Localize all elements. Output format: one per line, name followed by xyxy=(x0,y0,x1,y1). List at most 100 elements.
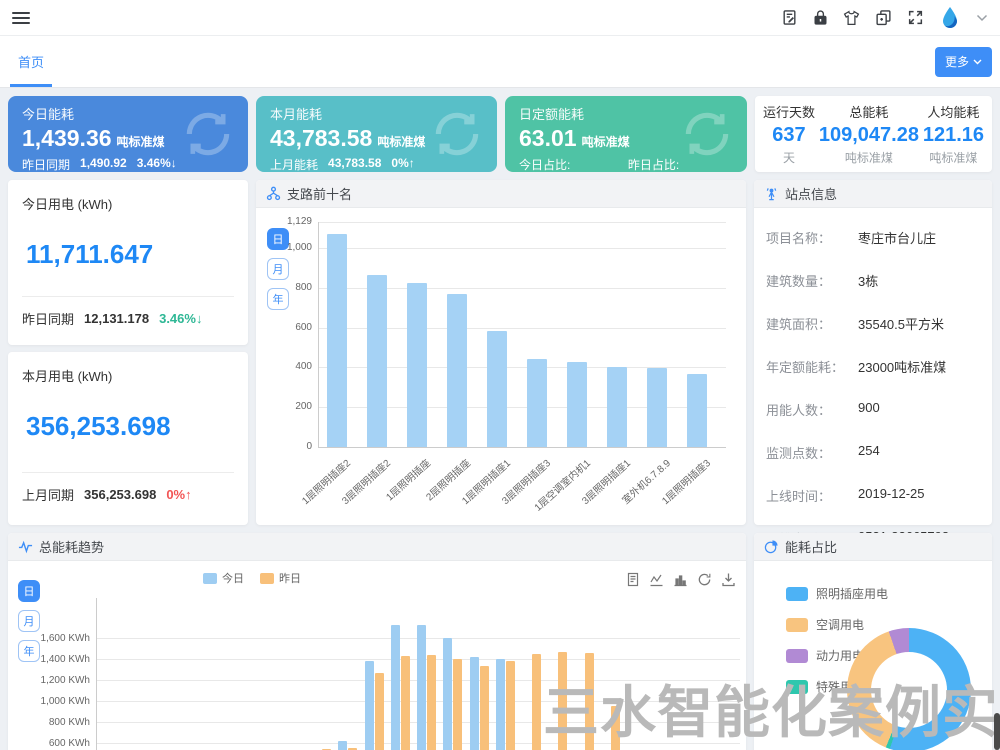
branch-bar[interactable] xyxy=(647,368,667,447)
trend-bar-昨日[interactable] xyxy=(506,661,515,750)
card-pct: 0%↑ xyxy=(391,156,414,172)
tab-home[interactable]: 首页 xyxy=(8,36,54,87)
site-row-value: 3栋 xyxy=(858,271,878,290)
hamburger-menu-icon[interactable] xyxy=(12,12,30,24)
trend-bar-昨日[interactable] xyxy=(375,673,384,750)
trend-bar-今日[interactable] xyxy=(338,741,347,750)
branch-bar[interactable] xyxy=(527,359,547,447)
y-axis-tick-label: 1,200 KWh xyxy=(20,675,90,686)
card-value: 63.01 xyxy=(519,125,577,151)
site-row-label: 建筑面积： xyxy=(766,314,858,333)
card-value: 1,439.36 xyxy=(22,125,112,151)
panel-title: 总能耗趋势 xyxy=(39,537,104,556)
card-pct: 3.46%↓ xyxy=(137,156,177,172)
more-chevron-icon xyxy=(973,59,982,65)
trend-bar-今日[interactable] xyxy=(391,625,400,750)
card-unit: 吨标准煤 xyxy=(582,135,630,149)
branch-bar[interactable] xyxy=(447,294,467,447)
branch-bar[interactable] xyxy=(607,367,627,447)
y-axis-tick-label: 800 KWh xyxy=(20,717,90,728)
lock-icon[interactable] xyxy=(813,9,828,26)
site-info-panel: 站点信息 项目名称：枣庄市台儿庄建筑数量：3栋建筑面积：35540.5平方米年定… xyxy=(754,180,992,525)
fullscreen-icon[interactable] xyxy=(907,9,924,26)
branch-top10-panel: 支路前十名 日月年 02004006008001,0001,1291层照明插座2… xyxy=(256,180,746,525)
site-row-label: 项目名称： xyxy=(766,228,858,247)
top-bar xyxy=(0,0,1000,36)
site-row-label: 上线时间： xyxy=(766,486,858,505)
today-power-value: 11,711.647 xyxy=(26,239,234,270)
card-quota-energy: 日定额能耗 63.01吨标准煤 今日占比: 2,284.2% 昨日占比: 2,3… xyxy=(505,96,747,172)
trend-bar-昨日[interactable] xyxy=(480,666,489,750)
trend-bar-昨日[interactable] xyxy=(401,656,410,750)
legend-item-空调用电[interactable]: 空调用电 xyxy=(786,616,888,633)
panel-title: 能耗占比 xyxy=(785,537,837,556)
trend-bar-今日[interactable] xyxy=(470,657,479,750)
kpi-row: 今日能耗 1,439.36吨标准煤 昨日同期1,490.923.46%↓ 本月能… xyxy=(8,96,992,172)
copy-icon[interactable] xyxy=(875,9,892,26)
y-axis-tick-label: 1,600 KWh xyxy=(20,633,90,644)
more-button[interactable]: 更多 xyxy=(935,47,992,77)
trend-bar-昨日[interactable] xyxy=(427,655,436,750)
branch-bar[interactable] xyxy=(687,374,707,447)
trend-bar-今日[interactable] xyxy=(417,625,426,750)
y-axis-tick-label: 200 xyxy=(256,401,312,412)
gridline xyxy=(318,222,726,223)
vertical-scrollbar-thumb[interactable] xyxy=(994,713,1000,750)
y-axis-tick-label: 1,129 xyxy=(256,216,312,227)
site-info-row: 建筑数量：3栋 xyxy=(766,259,980,302)
log-note-icon[interactable] xyxy=(781,9,798,26)
today-power-panel: 今日用电 (kWh) 11,711.647 昨日同期 12,131.178 3.… xyxy=(8,180,248,345)
panel-header: 站点信息 xyxy=(754,180,992,208)
pct-badge: 0%↑ xyxy=(166,487,191,502)
middle-row: 今日用电 (kWh) 11,711.647 昨日同期 12,131.178 3.… xyxy=(8,180,992,525)
trend-bar-昨日[interactable] xyxy=(453,659,462,750)
legend-swatch xyxy=(786,618,808,632)
panel-header: 能耗占比 xyxy=(754,533,992,561)
trend-bar-昨日[interactable] xyxy=(532,654,541,750)
tab-active-underline xyxy=(10,84,52,87)
site-row-value: 23000吨标准煤 xyxy=(858,357,946,376)
branch-bar[interactable] xyxy=(567,362,587,447)
site-info-row: 用能人数：900 xyxy=(766,388,980,431)
legend-swatch xyxy=(786,649,808,663)
legend-item-照明插座用电[interactable]: 照明插座用电 xyxy=(786,585,888,602)
panel-title: 本月用电 (kWh) xyxy=(22,366,234,385)
main-content: 今日能耗 1,439.36吨标准煤 昨日同期1,490.923.46%↓ 本月能… xyxy=(0,88,1000,750)
site-row-label: 用能人数： xyxy=(766,400,858,419)
branch-bar[interactable] xyxy=(367,275,387,447)
panel-title: 站点信息 xyxy=(785,184,837,203)
site-row-value: 枣庄市台儿庄 xyxy=(858,228,936,247)
month-power-value: 356,253.698 xyxy=(26,411,234,442)
trend-bar-今日[interactable] xyxy=(443,638,452,750)
tab-home-label: 首页 xyxy=(18,52,44,71)
theme-shirt-icon[interactable] xyxy=(843,10,860,26)
card-today-energy: 今日能耗 1,439.36吨标准煤 昨日同期1,490.923.46%↓ xyxy=(8,96,248,172)
site-row-value: 254 xyxy=(858,443,880,462)
branch-bar[interactable] xyxy=(487,331,507,447)
stats-panel: 运行天数 637 天 总能耗 109,047.28 吨标准煤 人均能耗 121.… xyxy=(755,96,992,172)
pie-chart-icon xyxy=(764,539,779,554)
stat-per-capita: 人均能耗 121.16 吨标准煤 xyxy=(923,102,984,166)
user-menu-chevron-icon[interactable] xyxy=(976,14,988,22)
trend-bar-今日[interactable] xyxy=(365,661,374,750)
antenna-icon xyxy=(764,186,779,201)
site-info-row: 建筑面积：35540.5平方米 xyxy=(766,302,980,345)
gridline xyxy=(318,248,726,249)
site-row-label: 监测点数： xyxy=(766,443,858,462)
branch-bar[interactable] xyxy=(327,234,347,447)
y-axis-tick-label: 1,000 xyxy=(256,242,312,253)
hierarchy-icon xyxy=(266,186,281,201)
y-axis-tick-label: 600 KWh xyxy=(20,738,90,749)
site-info-row: 年定额能耗：23000吨标准煤 xyxy=(766,345,980,388)
water-drop-logo[interactable] xyxy=(939,6,961,30)
legend-swatch xyxy=(786,587,808,601)
site-row-value: 900 xyxy=(858,400,880,419)
trend-bar-今日[interactable] xyxy=(496,659,505,750)
site-info-rows: 项目名称：枣庄市台儿庄建筑数量：3栋建筑面积：35540.5平方米年定额能耗：2… xyxy=(754,208,992,568)
y-axis-tick-label: 600 xyxy=(256,322,312,333)
site-info-row: 上线时间：2019-12-25 xyxy=(766,474,980,517)
card-unit: 吨标准煤 xyxy=(377,135,425,149)
branch-bar-chart[interactable]: 02004006008001,0001,1291层照明插座23层照明插座21层照… xyxy=(256,208,746,525)
branch-bar[interactable] xyxy=(407,283,427,447)
tab-bar: 首页 更多 xyxy=(0,36,1000,88)
